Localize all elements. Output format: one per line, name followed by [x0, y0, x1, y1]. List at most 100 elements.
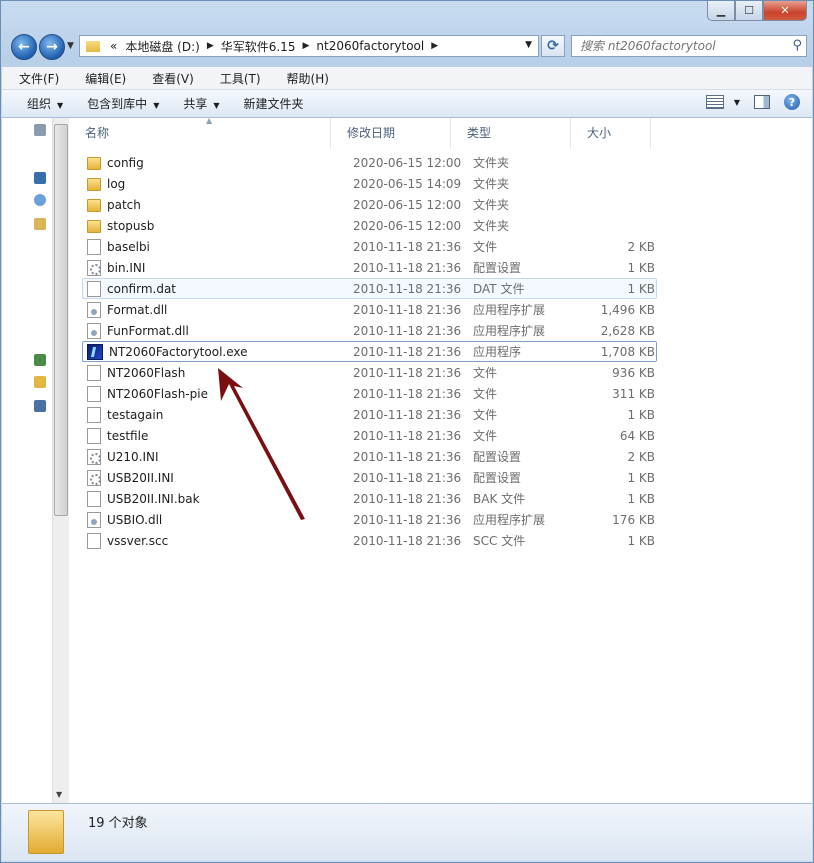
file-row[interactable]: stopusb 2020-06-15 12:00 文件夹: [82, 215, 657, 236]
file-icon: [87, 490, 101, 507]
file-name-cell[interactable]: testfile: [83, 427, 353, 444]
recent-pages-dropdown[interactable]: ▼: [67, 41, 74, 51]
item-count: 19 个对象: [88, 816, 148, 831]
menu-edit[interactable]: 编辑(E): [68, 70, 135, 87]
file-name-cell[interactable]: NT2060Flash: [83, 364, 353, 381]
favorites-icon[interactable]: [34, 124, 46, 136]
close-button[interactable]: ✕: [763, 1, 807, 21]
file-row[interactable]: log 2020-06-15 14:09 文件夹: [82, 173, 657, 194]
menu-help[interactable]: 帮助(H): [270, 70, 338, 87]
file-row[interactable]: NT2060Flash 2010-11-18 21:36 文件 936 KB: [82, 362, 657, 383]
file-row[interactable]: confirm.dat 2010-11-18 21:36 DAT 文件 1 KB: [82, 278, 657, 299]
address-dropdown-icon[interactable]: ▼: [525, 40, 532, 50]
file-row[interactable]: NT2060Factorytool.exe 2010-11-18 21:36 应用程…: [82, 341, 657, 362]
file-name-cell[interactable]: FunFormat.dll: [83, 322, 353, 339]
file-icon: [87, 238, 101, 255]
search-input[interactable]: [578, 38, 782, 54]
search-box[interactable]: ⚲: [571, 35, 807, 57]
scrollbar-thumb[interactable]: [54, 124, 68, 516]
file-row[interactable]: testagain 2010-11-18 21:36 文件 1 KB: [82, 404, 657, 425]
file-name-cell[interactable]: vssver.scc: [83, 532, 353, 549]
file-name: log: [107, 176, 126, 191]
change-view-button[interactable]: ▼: [705, 95, 740, 109]
organize-button[interactable]: 组织 ▼: [2, 95, 75, 112]
file-type: DAT 文件: [473, 282, 525, 296]
file-date: 2010-11-18 21:36: [353, 239, 462, 254]
file-type: 文件夹: [473, 177, 510, 191]
column-header: ▲ 名称 修改日期 类型 大小: [69, 116, 661, 148]
breadcrumb-current[interactable]: nt2060factorytool: [312, 39, 428, 53]
column-name[interactable]: 名称: [69, 118, 331, 148]
file-list: ▲ 名称 修改日期 类型 大小 config 2020-06-15 12:00 文件…: [69, 116, 812, 803]
file-name-cell[interactable]: bin.INI: [83, 259, 353, 276]
file-name-cell[interactable]: USBIO.dll: [83, 511, 353, 528]
scroll-down-arrow-icon[interactable]: ▼: [56, 790, 62, 799]
breadcrumb-separator-icon[interactable]: ▶: [428, 41, 441, 51]
network-icon[interactable]: [34, 354, 46, 366]
folder-icon[interactable]: [34, 376, 46, 388]
file-row[interactable]: bin.INI 2010-11-18 21:36 配置设置 1 KB: [82, 257, 657, 278]
forward-button[interactable]: →: [39, 34, 65, 60]
back-button[interactable]: ←: [11, 34, 37, 60]
file-row[interactable]: USB20II.INI 2010-11-18 21:36 配置设置 1 KB: [82, 467, 657, 488]
file-name: vssver.scc: [107, 533, 169, 548]
breadcrumb-drive[interactable]: 本地磁盘 (D:): [121, 38, 203, 55]
navigation-pane-scrollbar[interactable]: ▼: [52, 118, 69, 803]
file-type: BAK 文件: [473, 492, 526, 506]
file-name-cell[interactable]: USB20II.INI: [83, 469, 353, 486]
file-name-cell[interactable]: testagain: [83, 406, 353, 423]
drive-icon[interactable]: [34, 400, 46, 412]
file-row[interactable]: USBIO.dll 2010-11-18 21:36 应用程序扩展 176 KB: [82, 509, 657, 530]
breadcrumb-overflow[interactable]: «: [106, 39, 121, 53]
breadcrumb-folder[interactable]: 华军软件6.15: [217, 38, 300, 55]
menu-view[interactable]: 查看(V): [135, 70, 203, 87]
search-icon[interactable]: ⚲: [792, 38, 802, 53]
file-name-cell[interactable]: confirm.dat: [83, 280, 353, 297]
address-bar[interactable]: « 本地磁盘 (D:) ▶ 华军软件6.15 ▶ nt2060factoryto…: [79, 35, 539, 57]
file-name-cell[interactable]: NT2060Flash-pie: [83, 385, 353, 402]
file-row[interactable]: NT2060Flash-pie 2010-11-18 21:36 文件 311 KB: [82, 383, 657, 404]
file-row[interactable]: vssver.scc 2010-11-18 21:36 SCC 文件 1 KB: [82, 530, 657, 551]
view-details-icon: [705, 95, 724, 109]
share-button[interactable]: 共享 ▼: [171, 95, 231, 112]
maximize-button[interactable]: ☐: [735, 1, 763, 21]
cloud-icon[interactable]: [34, 194, 46, 206]
file-row[interactable]: testfile 2010-11-18 21:36 文件 64 KB: [82, 425, 657, 446]
navigation-pane[interactable]: [2, 118, 50, 803]
library-icon[interactable]: [34, 218, 46, 230]
include-in-library-button[interactable]: 包含到库中 ▼: [75, 95, 171, 112]
breadcrumb-separator-icon[interactable]: ▶: [299, 41, 312, 51]
file-name-cell[interactable]: log: [83, 176, 353, 191]
file-name-cell[interactable]: patch: [83, 197, 353, 212]
file-name-cell[interactable]: config: [83, 155, 353, 170]
file-name-cell[interactable]: NT2060Factorytool.exe: [83, 343, 353, 360]
computer-icon[interactable]: [34, 172, 46, 184]
file-row[interactable]: U210.INI 2010-11-18 21:36 配置设置 2 KB: [82, 446, 657, 467]
file-row[interactable]: patch 2020-06-15 12:00 文件夹: [82, 194, 657, 215]
file-icon: [87, 385, 101, 402]
file-date: 2010-11-18 21:36: [353, 533, 462, 548]
menu-tools[interactable]: 工具(T): [203, 70, 270, 87]
minimize-button[interactable]: ▁: [707, 1, 735, 21]
file-row[interactable]: config 2020-06-15 12:00 文件夹: [82, 152, 657, 173]
file-date: 2010-11-18 21:36: [353, 323, 462, 338]
column-size[interactable]: 大小: [571, 118, 651, 148]
column-date-modified[interactable]: 修改日期: [331, 118, 451, 148]
file-name-cell[interactable]: Format.dll: [83, 301, 353, 318]
help-icon[interactable]: ?: [784, 94, 800, 110]
file-name-cell[interactable]: USB20II.INI.bak: [83, 490, 353, 507]
column-type[interactable]: 类型: [451, 118, 571, 148]
refresh-button[interactable]: ⟳: [541, 35, 565, 57]
preview-pane-icon[interactable]: [754, 95, 770, 109]
file-name-cell[interactable]: U210.INI: [83, 448, 353, 465]
new-folder-button[interactable]: 新建文件夹: [232, 95, 316, 112]
file-name-cell[interactable]: baselbi: [83, 238, 353, 255]
file-row[interactable]: USB20II.INI.bak 2010-11-18 21:36 BAK 文件 1 K…: [82, 488, 657, 509]
breadcrumb-separator-icon[interactable]: ▶: [204, 41, 217, 51]
file-row[interactable]: baselbi 2010-11-18 21:36 文件 2 KB: [82, 236, 657, 257]
menu-file[interactable]: 文件(F): [2, 70, 68, 87]
file-date: 2010-11-18 21:36: [353, 260, 462, 275]
file-name-cell[interactable]: stopusb: [83, 218, 353, 233]
file-row[interactable]: FunFormat.dll 2010-11-18 21:36 应用程序扩展 2,628…: [82, 320, 657, 341]
file-row[interactable]: Format.dll 2010-11-18 21:36 应用程序扩展 1,496 KB: [82, 299, 657, 320]
